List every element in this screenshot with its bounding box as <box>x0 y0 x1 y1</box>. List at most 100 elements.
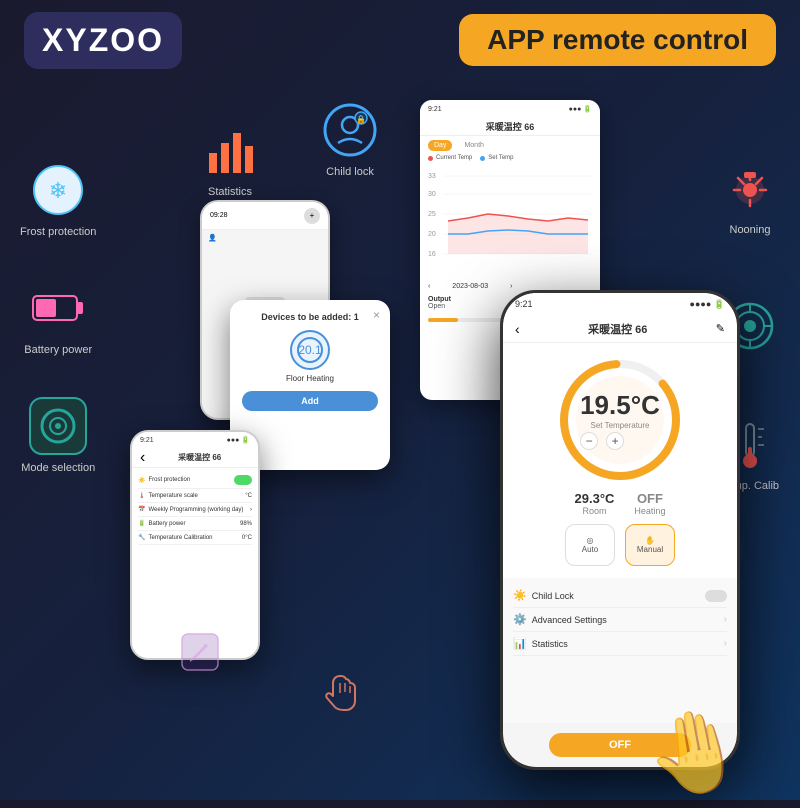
manual-label: Manual <box>637 545 663 554</box>
temp-calib-row-left: 🔧 Temperature Calibration <box>138 534 213 541</box>
set-temp-label: Set Temperature <box>580 421 660 430</box>
chart-tabs: Day Month <box>420 136 600 155</box>
chart-title: 采暖温控 66 <box>420 118 600 136</box>
list-item: 🔋 Battery power 98% <box>138 517 252 531</box>
frost-protection-label: Frost protection <box>20 226 96 238</box>
device-name: Floor Heating <box>286 374 334 383</box>
mode-buttons: ◎ Auto ✋ Manual <box>565 524 675 566</box>
top-bar: XYZOO APP remote control <box>0 0 800 80</box>
child-lock-feature: 🔒 Child lock <box>320 100 380 178</box>
svg-text:🔒: 🔒 <box>356 115 366 124</box>
top-center-features: Statistics 🔒 Child lock <box>200 100 380 198</box>
svg-text:16: 16 <box>428 251 436 258</box>
nooning-icon <box>720 160 780 220</box>
frost-row-label: Frost protection <box>148 477 190 483</box>
temp-calib-value: 0°C <box>242 535 252 541</box>
child-lock-toggle[interactable] <box>705 590 727 602</box>
main-edit[interactable]: ✎ <box>716 322 725 335</box>
popup-add-button[interactable]: Add <box>242 391 378 411</box>
room-heat-row: 29.3°C Room OFF Heating <box>575 491 666 516</box>
statistics-feature: Statistics <box>200 120 260 198</box>
stats-chevron: › <box>724 638 727 649</box>
settings-phone: 9:21 ●●● 🔋 ‹ 采暖温控 66 ☀️ Frost protection… <box>130 430 260 660</box>
settings-signal: ●●● 🔋 <box>227 436 250 444</box>
child-lock-icon: 🔒 <box>320 100 380 160</box>
logo-box: XYZOO <box>24 12 182 69</box>
stats-setting-icon: 📊 <box>513 637 527 650</box>
main-title: 采暖温控 66 <box>520 321 716 337</box>
app-remote-box: APP remote control <box>459 14 776 66</box>
advanced-icon: ⚙️ <box>513 613 527 626</box>
no-device-time: 09:28 <box>210 212 228 219</box>
chart-area: 33 30 25 20 16 <box>420 161 600 281</box>
svg-text:30: 30 <box>428 191 436 198</box>
manual-icon: ✋ <box>645 536 655 545</box>
add-icon-btn[interactable]: + <box>304 208 320 224</box>
temp-increase-btn[interactable]: + <box>606 432 624 450</box>
weekly-chevron[interactable]: › <box>250 507 252 513</box>
frost-row-icon: ☀️ <box>138 477 145 484</box>
manual-mode-btn[interactable]: ✋ Manual <box>625 524 675 566</box>
list-item: 🔧 Temperature Calibration 0°C <box>138 531 252 545</box>
auto-icon: ◎ <box>587 536 594 545</box>
child-lock-label: Child lock <box>326 166 374 178</box>
hand-illustration: 🤚 <box>638 698 752 808</box>
main-signal: ●●●● 🔋 <box>690 299 725 310</box>
temp-calib-row-label: Temperature Calibration <box>148 535 212 541</box>
main-nav-bar: ‹ 采暖温控 66 ✎ <box>503 315 737 343</box>
frost-toggle[interactable] <box>234 475 252 485</box>
battery-row-icon: 🔋 <box>138 520 145 527</box>
stats-setting-label: Statistics <box>532 639 568 649</box>
settings-status-bar: 9:21 ●●● 🔋 <box>132 432 258 448</box>
temp-scale-icon: 🌡️ <box>138 492 145 499</box>
chart-tab-month[interactable]: Month <box>458 140 489 151</box>
advanced-row-left: ⚙️ Advanced Settings <box>513 613 607 626</box>
mode-icon <box>28 396 88 456</box>
edit-icon <box>180 632 220 680</box>
thermostat-display: 19.5°C Set Temperature − + 29.3°C Room O… <box>503 343 737 578</box>
frost-protection-feature: ❄ Frost protection <box>20 160 96 238</box>
mode-label: Mode selection <box>21 462 95 474</box>
battery-icon <box>28 278 88 338</box>
battery-row-label: Battery power <box>148 521 185 527</box>
stats-row-left: 📊 Statistics <box>513 637 568 650</box>
auto-mode-btn[interactable]: ◎ Auto <box>565 524 615 566</box>
frost-icon: ❄ <box>28 160 88 220</box>
settings-title: 采暖温控 66 <box>149 452 250 463</box>
weekly-label: Weekly Programming (working day) <box>148 507 243 513</box>
popup-close-button[interactable]: × <box>373 308 380 322</box>
left-features: ❄ Frost protection Battery power Mode se… <box>20 160 96 474</box>
temp-controls: − + <box>580 432 660 450</box>
settings-back[interactable]: ‹ <box>140 449 145 467</box>
nooning-label: Nooning <box>730 224 771 236</box>
battery-value: 98% <box>240 521 252 527</box>
battery-label: Battery power <box>24 344 92 356</box>
phone-settings-list: ☀️ Child Lock ⚙️ Advanced Settings › 📊 S… <box>503 578 737 723</box>
chart-tab-day[interactable]: Day <box>428 140 452 151</box>
main-phone-screen: 9:21 ●●●● 🔋 ‹ 采暖温控 66 ✎ 19 <box>503 293 737 767</box>
svg-text:25: 25 <box>428 211 436 218</box>
app-remote-title: APP remote control <box>487 24 748 55</box>
advanced-chevron: › <box>724 614 727 625</box>
advanced-settings-row[interactable]: ⚙️ Advanced Settings › <box>513 608 727 632</box>
stats-icon <box>200 120 260 180</box>
weekly-left: 📅 Weekly Programming (working day) <box>138 506 243 513</box>
list-item: 📅 Weekly Programming (working day) › <box>138 503 252 517</box>
temp-decrease-btn[interactable]: − <box>580 432 598 450</box>
frost-row-left: ☀️ Frost protection <box>138 477 190 484</box>
heating-label: Heating <box>634 506 665 516</box>
device-icon: 20.1 <box>290 330 330 370</box>
heating-status: OFF <box>634 491 665 506</box>
svg-text:33: 33 <box>428 173 436 180</box>
no-device-top-bar: 09:28 + <box>202 202 328 230</box>
temp-unit: °C <box>631 390 660 420</box>
child-lock-row-left: ☀️ Child Lock <box>513 589 574 602</box>
svg-text:20: 20 <box>428 231 436 238</box>
statistics-setting-row[interactable]: 📊 Statistics › <box>513 632 727 656</box>
settings-time: 9:21 <box>140 437 154 444</box>
auto-label: Auto <box>582 545 598 554</box>
temp-scale-label: Temperature scale <box>148 493 197 499</box>
list-item: 🌡️ Temperature scale °C <box>138 489 252 503</box>
legend-current-dot <box>428 156 433 161</box>
main-time: 9:21 <box>515 299 533 309</box>
